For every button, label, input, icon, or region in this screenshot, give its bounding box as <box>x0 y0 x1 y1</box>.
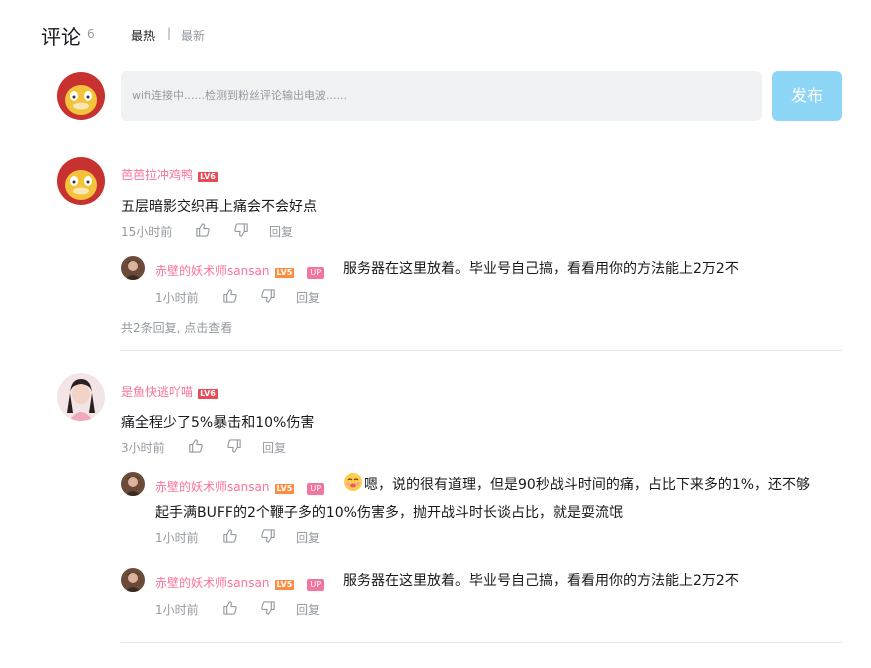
avatar[interactable] <box>57 373 105 421</box>
comment-time: 3小时前 <box>121 441 165 455</box>
reply-button[interactable]: 回复 <box>296 529 320 546</box>
level-badge: LV6 <box>198 389 218 399</box>
reply-time: 1小时前 <box>155 291 199 305</box>
reply-button[interactable]: 回复 <box>262 439 286 456</box>
sort-new-tab[interactable]: 最新 <box>181 27 205 44</box>
comment-divider <box>121 350 842 351</box>
up-badge: UP <box>307 579 325 591</box>
reply-button[interactable]: 回复 <box>296 289 320 306</box>
username[interactable]: 是鱼快逃吖喵 <box>121 385 193 399</box>
reply-header: 赤壁的妖术师sansan LV5 UP <box>155 476 325 495</box>
thumbs-down-icon[interactable] <box>261 289 276 308</box>
thumbs-up-icon[interactable] <box>195 222 210 241</box>
thumbs-up-icon[interactable] <box>222 600 237 619</box>
thumbs-up-icon[interactable] <box>222 528 237 547</box>
reply-content: 服务器在这里放着。毕业号自己搞，看看用你的方法能上2万2不 <box>343 573 739 589</box>
comment-content: 五层暗影交织再上痛会不会好点 <box>121 199 317 215</box>
reply-content-line2: 起手满BUFF的2个鞭子多的10%伤害多，抛开战斗时长谈占比，就是耍流氓 <box>155 505 623 521</box>
up-badge: UP <box>307 483 325 495</box>
level-badge: LV5 <box>274 268 295 278</box>
reply-avatar[interactable] <box>121 472 145 496</box>
publish-button[interactable]: 发布 <box>772 71 842 121</box>
thumbs-down-icon[interactable] <box>227 439 242 458</box>
level-badge: LV5 <box>274 580 295 590</box>
view-more-replies[interactable]: 共2条回复, 点击查看 <box>121 319 232 336</box>
thumbs-down-icon[interactable] <box>261 601 276 620</box>
up-badge: UP <box>307 267 325 279</box>
comments-title: 评论 <box>41 25 81 49</box>
reply-avatar[interactable] <box>121 568 145 592</box>
reply-content: 服务器在这里放着。毕业号自己搞，看看用你的方法能上2万2不 <box>343 261 739 277</box>
avatar[interactable] <box>57 157 105 205</box>
comment-count: 6 <box>87 27 95 41</box>
thumbs-down-icon[interactable] <box>261 529 276 548</box>
comment-content: 痛全程少了5%暴击和10%伤害 <box>121 415 315 431</box>
username[interactable]: 赤壁的妖术师sansan <box>155 576 269 590</box>
thumbs-up-icon[interactable] <box>222 288 237 307</box>
reply-header: 赤壁的妖术师sansan LV5 UP <box>155 260 325 279</box>
username[interactable]: 芭芭拉冲鸡鸭 <box>121 168 193 182</box>
reply-time: 1小时前 <box>155 531 199 545</box>
reply-button[interactable]: 回复 <box>269 223 293 240</box>
level-badge: LV6 <box>198 172 218 182</box>
comment-input[interactable]: wifi连接中......检测到粉丝评论输出电波...... <box>121 71 762 121</box>
username[interactable]: 赤壁的妖术师sansan <box>155 264 269 278</box>
emoji-icon <box>343 472 363 496</box>
reply-header: 赤壁的妖术师sansan LV5 UP <box>155 572 325 591</box>
comment-divider <box>121 642 842 643</box>
comment-header: 芭芭拉冲鸡鸭 LV6 <box>121 164 218 183</box>
level-badge: LV5 <box>274 484 295 494</box>
reply-content-line1: 嗯，说的很有道理，但是90秒战斗时间的痛，占比下来多的1%，还不够 <box>364 477 811 493</box>
reply-time: 1小时前 <box>155 603 199 617</box>
comment-time: 15小时前 <box>121 225 173 239</box>
current-user-avatar[interactable] <box>57 72 105 120</box>
comment-header: 是鱼快逃吖喵 LV6 <box>121 381 218 400</box>
reply-button[interactable]: 回复 <box>296 601 320 618</box>
thumbs-down-icon[interactable] <box>234 223 249 242</box>
reply-avatar[interactable] <box>121 256 145 280</box>
thumbs-up-icon[interactable] <box>188 438 203 457</box>
sort-hot-tab[interactable]: 最热 <box>131 27 155 44</box>
sort-divider: | <box>167 26 172 40</box>
username[interactable]: 赤壁的妖术师sansan <box>155 480 269 494</box>
